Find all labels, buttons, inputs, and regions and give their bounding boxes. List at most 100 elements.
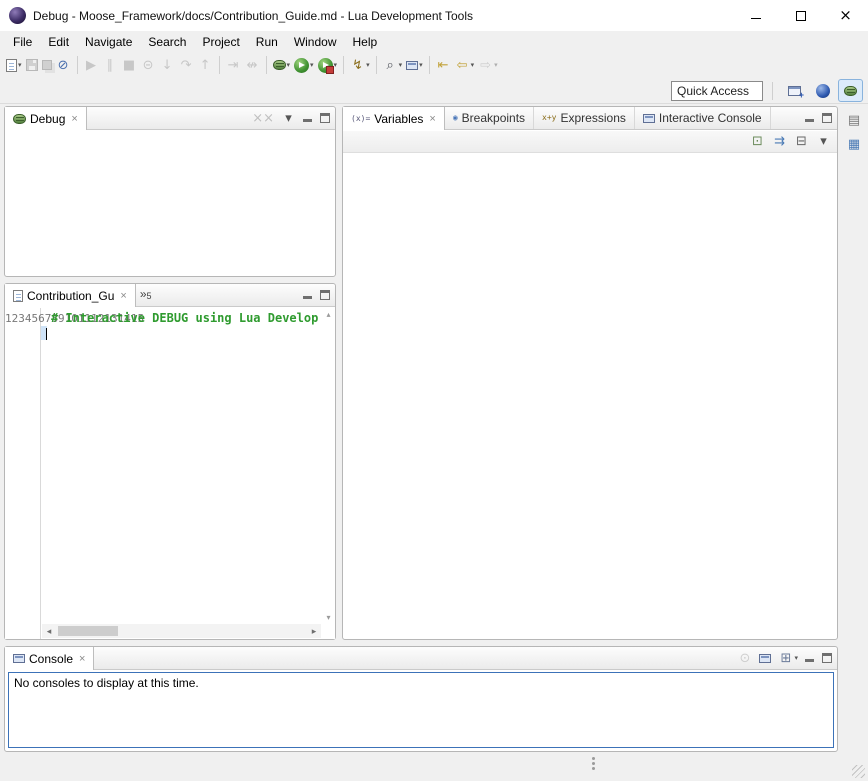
display-selected-console-icon[interactable]: [757, 648, 773, 668]
skip-all-breakpoints-icon[interactable]: ⊘: [54, 54, 73, 76]
editor-tab-header: Contribution_Gu × » 5: [5, 284, 335, 307]
maximize-view-icon[interactable]: [820, 108, 834, 128]
tab-expressions-icon: x+y: [542, 114, 556, 122]
scroll-left-icon[interactable]: ◂: [42, 624, 56, 638]
remove-all-terminated-icon[interactable]: ××: [250, 108, 276, 128]
tab-breakpoints[interactable]: ◉Breakpoints: [445, 107, 534, 129]
menu-window[interactable]: Window: [286, 33, 345, 51]
app-icon: [9, 7, 26, 24]
toolbar-separator: [772, 82, 773, 100]
scroll-up-icon[interactable]: ▴: [326, 311, 330, 319]
toolbar-separator: [343, 56, 344, 74]
close-icon[interactable]: ×: [71, 113, 77, 125]
close-icon[interactable]: ×: [120, 290, 126, 302]
scroll-down-icon[interactable]: ▾: [326, 614, 330, 622]
menu-run[interactable]: Run: [248, 33, 286, 51]
pin-console-icon[interactable]: ⊙: [735, 648, 754, 668]
editor-tab-overflow[interactable]: » 5: [136, 284, 156, 306]
tab-label: Console: [29, 652, 73, 666]
open-perspective-icon-shape: [788, 86, 801, 96]
tab-interactive-console[interactable]: Interactive Console: [635, 107, 771, 129]
suspend-icon[interactable]: ∥: [101, 54, 120, 76]
collapse-all-icon[interactable]: ⊟: [792, 131, 811, 153]
lua-perspective-icon[interactable]: [810, 79, 835, 102]
editor-line-3[interactable]: [318, 311, 322, 325]
new-wizard-icon[interactable]: ▾: [4, 54, 24, 76]
resume-icon[interactable]: ▶: [82, 54, 101, 76]
bug-icon: [13, 114, 26, 124]
debug-perspective-icon[interactable]: [838, 79, 863, 102]
minimized-view-strip: ▤▦: [843, 106, 865, 640]
external-tools-icon[interactable]: ↯▾: [348, 54, 372, 76]
tab-contribution-guide[interactable]: Contribution_Gu ×: [5, 284, 136, 307]
step-over-icon[interactable]: ↷: [177, 54, 196, 76]
minimize-view-icon[interactable]: [301, 108, 315, 128]
maximize-view-icon[interactable]: [820, 648, 834, 668]
console-content[interactable]: No consoles to display at this time.: [8, 672, 834, 748]
view-menu-icon[interactable]: ▾: [814, 131, 833, 153]
run-icon[interactable]: ▾: [292, 54, 316, 76]
sash-grip[interactable]: [592, 757, 595, 760]
menu-edit[interactable]: Edit: [40, 33, 77, 51]
save-icon[interactable]: [24, 54, 40, 76]
step-return-icon[interactable]: ↑: [196, 54, 215, 76]
window-resize-grip[interactable]: [852, 765, 865, 778]
disconnect-icon[interactable]: ⊝: [139, 54, 158, 76]
text-editor[interactable]: # Interactive DEBUG using Lua DevelopThe…: [41, 308, 322, 639]
tab-console[interactable]: Console ×: [5, 647, 94, 670]
quick-access-box[interactable]: Quick Access: [671, 81, 763, 101]
editor-line-15[interactable]: [41, 326, 47, 340]
back-icon[interactable]: ⇦▾: [453, 54, 477, 76]
debug-icon[interactable]: ▾: [271, 54, 293, 76]
maximize-view-icon-shape: [822, 113, 832, 123]
close-window-button[interactable]: ×: [823, 0, 868, 31]
open-resource-icon[interactable]: ▾: [404, 54, 425, 76]
terminate-icon[interactable]: ■: [120, 54, 139, 76]
maximize-window-button[interactable]: [778, 0, 823, 31]
debug-perspective-icon-shape: [844, 86, 857, 96]
close-icon[interactable]: ×: [79, 653, 85, 665]
open-perspective-icon[interactable]: [782, 79, 807, 102]
view-menu-icon[interactable]: ▾: [279, 108, 298, 128]
show-type-names-icon[interactable]: ⊡: [748, 131, 767, 153]
save-all-icon[interactable]: [40, 54, 54, 76]
show-logical-structures-icon[interactable]: ⇉: [770, 131, 789, 153]
editor-horizontal-scrollbar[interactable]: ◂ ▸: [42, 624, 321, 638]
editor-vertical-scrollbar[interactable]: ▴ ▾: [322, 308, 335, 639]
coverage-icon[interactable]: ▾: [316, 54, 340, 76]
tab-debug[interactable]: Debug ×: [5, 107, 87, 130]
last-edit-location-icon[interactable]: ⇤: [434, 54, 453, 76]
menu-file[interactable]: File: [5, 33, 40, 51]
tab-variables[interactable]: (x)=Variables×: [343, 107, 445, 130]
menu-help[interactable]: Help: [345, 33, 386, 51]
open-console-icon[interactable]: ⊞▾: [776, 648, 800, 668]
menu-search[interactable]: Search: [140, 33, 194, 51]
menu-navigate[interactable]: Navigate: [77, 33, 140, 51]
forward-icon[interactable]: ⇨▾: [476, 54, 500, 76]
perspective-switcher: [782, 79, 863, 102]
minimized-view-outline-icon[interactable]: ▦: [844, 134, 864, 154]
run-to-line-icon[interactable]: ⇥: [224, 54, 243, 76]
scroll-right-icon[interactable]: ▸: [307, 624, 321, 638]
tab-expressions[interactable]: x+yExpressions: [534, 107, 635, 129]
search-icon[interactable]: ⌕▾: [381, 54, 405, 76]
close-icon[interactable]: ×: [429, 113, 435, 125]
open-resource-icon-shape: [406, 61, 418, 70]
console-view: Console × ⊙ ⊞▾ No consoles to display at …: [4, 646, 838, 752]
scrollbar-thumb[interactable]: [58, 626, 118, 636]
minimize-view-icon[interactable]: [803, 108, 817, 128]
use-step-filters-icon[interactable]: ↮: [243, 54, 262, 76]
maximize-view-icon[interactable]: [318, 285, 332, 305]
console-view-toolbar: ⊙ ⊞▾: [735, 647, 837, 669]
chevron-icon: »: [140, 287, 147, 301]
editor-line-2[interactable]: # Interactive DEBUG using Lua Develop: [46, 311, 318, 325]
step-into-icon[interactable]: ↓: [158, 54, 177, 76]
minimize-view-icon[interactable]: [301, 285, 315, 305]
maximize-view-icon[interactable]: [318, 108, 332, 128]
minimized-view-palette-icon[interactable]: ▤: [844, 110, 864, 130]
menu-project[interactable]: Project: [194, 33, 247, 51]
variables-view-header: (x)=Variables×◉Breakpointsx+yExpressions…: [343, 107, 837, 130]
minimize-window-button[interactable]: [733, 0, 778, 31]
minimize-view-icon[interactable]: [803, 648, 817, 668]
debug-view-toolbar: ××▾: [250, 107, 335, 129]
